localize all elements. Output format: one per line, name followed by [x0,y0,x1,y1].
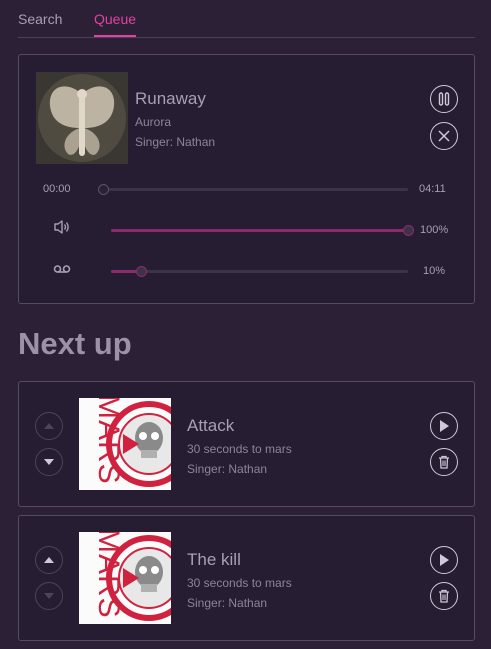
caret-up-icon [44,557,54,563]
tab-search[interactable]: Search [18,11,62,27]
next-up-heading: Next up [18,326,132,361]
move-up-button[interactable] [35,412,63,440]
queue-item-title: Attack [187,416,235,435]
trash-icon [439,455,449,469]
close-icon [438,130,450,142]
tab-bar: Search Queue [18,0,475,38]
queue-item-singer: Singer: Nathan [187,462,268,476]
voicemail-icon[interactable] [53,261,71,279]
queue-item: MARS The kill 30 seconds to mars Singer:… [18,515,475,641]
total-time: 04:11 [419,183,446,195]
now-playing-singer: Singer: Nathan [135,135,216,149]
queue-item: MARS Attack 30 seconds to mars Singer: N… [18,381,475,507]
vocals-slider[interactable] [111,266,408,277]
play-button[interactable] [430,412,458,440]
active-tab-indicator [94,35,136,37]
move-up-button[interactable] [35,546,63,574]
queue-item-artist: 30 seconds to mars [187,442,292,456]
volume-knob[interactable] [403,225,414,236]
album-art: MARS [79,398,171,490]
caret-up-icon [44,423,54,429]
album-art [36,72,128,164]
play-icon [440,554,449,566]
queue-item-title: The kill [187,550,241,569]
pause-button[interactable] [430,85,458,113]
album-art: MARS [79,532,171,624]
caret-down-icon [44,459,54,465]
queue-item-artist: 30 seconds to mars [187,576,292,590]
stop-button[interactable] [430,122,458,150]
move-down-button[interactable] [35,582,63,610]
tab-queue[interactable]: Queue [94,11,136,27]
delete-button[interactable] [430,448,458,476]
now-playing-card: Runaway Aurora Singer: Nathan 00:00 04:1… [18,54,475,304]
pause-icon [438,92,450,106]
queue-item-singer: Singer: Nathan [187,596,268,610]
volume-icon[interactable] [53,219,71,240]
play-button[interactable] [430,546,458,574]
vocals-percent: 10% [423,265,446,277]
butterfly-wings-album-art [36,72,128,164]
volume-fill [111,229,408,232]
volume-slider[interactable] [111,225,414,236]
now-playing-title: Runaway [135,89,206,108]
move-down-button[interactable] [35,448,63,476]
now-playing-artist: Aurora [135,115,172,129]
current-time: 00:00 [43,183,71,195]
vocals-knob[interactable] [135,266,147,277]
trash-icon [439,589,449,603]
progress-slider[interactable] [98,184,408,195]
caret-down-icon [44,593,54,599]
play-icon [440,420,449,432]
volume-percent: 100% [420,224,449,236]
delete-button[interactable] [430,582,458,610]
progress-knob[interactable] [98,184,109,195]
